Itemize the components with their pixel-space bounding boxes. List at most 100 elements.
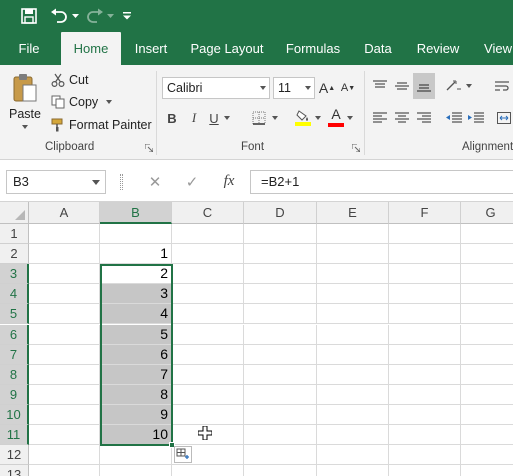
cell-b7[interactable]: 6 [100, 345, 172, 365]
cell-b8[interactable]: 7 [100, 365, 172, 385]
cell-c8[interactable] [172, 365, 244, 385]
cell-b10[interactable]: 9 [100, 405, 172, 425]
confirm-entry-icon[interactable]: ✓ [182, 172, 202, 192]
cell-b12[interactable] [100, 445, 172, 465]
format-painter-button[interactable]: Format Painter [50, 115, 152, 135]
cell-f8[interactable] [389, 365, 461, 385]
cell-e13[interactable] [317, 465, 389, 476]
tab-page-layout[interactable]: Page Layout [186, 32, 268, 65]
orientation-icon[interactable] [444, 75, 464, 97]
cell-a13[interactable] [29, 465, 100, 476]
cell-c10[interactable] [172, 405, 244, 425]
cell-d10[interactable] [244, 405, 317, 425]
column-header-g[interactable]: G [461, 202, 513, 224]
cell-f5[interactable] [389, 304, 461, 324]
column-header-b[interactable]: B [100, 202, 172, 224]
cell-e4[interactable] [317, 284, 389, 304]
worksheet-grid[interactable]: ABCDEFG 1 2 1 3 2 4 3 5 4 6 5 7 6 8 7 9 8 10 9 11 10 12 13 [0, 202, 513, 476]
cell-g4[interactable] [461, 284, 513, 304]
italic-button[interactable]: I [186, 107, 202, 129]
row-header-5[interactable]: 5 [0, 304, 29, 324]
cell-b6[interactable]: 5 [100, 325, 172, 345]
cell-f7[interactable] [389, 345, 461, 365]
cell-e2[interactable] [317, 244, 389, 264]
row-header-11[interactable]: 11 [0, 425, 29, 445]
cell-e9[interactable] [317, 385, 389, 405]
align-center-icon[interactable] [392, 107, 412, 129]
cell-f13[interactable] [389, 465, 461, 476]
row-header-12[interactable]: 12 [0, 445, 29, 465]
cell-c9[interactable] [172, 385, 244, 405]
clipboard-launcher-icon[interactable] [144, 143, 154, 153]
auto-fill-options-icon[interactable] [174, 446, 192, 463]
cell-e11[interactable] [317, 425, 389, 445]
cell-c5[interactable] [172, 304, 244, 324]
cell-a12[interactable] [29, 445, 100, 465]
row-header-6[interactable]: 6 [0, 325, 29, 345]
formula-bar-grip-icon[interactable] [120, 174, 123, 190]
cell-d5[interactable] [244, 304, 317, 324]
cell-c3[interactable] [172, 264, 244, 284]
cell-f10[interactable] [389, 405, 461, 425]
cell-a5[interactable] [29, 304, 100, 324]
column-header-d[interactable]: D [244, 202, 317, 224]
cell-g12[interactable] [461, 445, 513, 465]
cell-d11[interactable] [244, 425, 317, 445]
decrease-font-size-icon[interactable]: A ▼ [340, 77, 356, 99]
column-header-e[interactable]: E [317, 202, 389, 224]
bold-button[interactable]: B [164, 107, 180, 129]
cell-a3[interactable] [29, 264, 100, 284]
align-left-icon[interactable] [370, 107, 390, 129]
cell-d8[interactable] [244, 365, 317, 385]
align-right-icon[interactable] [414, 107, 434, 129]
cell-b5[interactable]: 4 [100, 304, 172, 324]
cell-g11[interactable] [461, 425, 513, 445]
cell-d7[interactable] [244, 345, 317, 365]
decrease-indent-icon[interactable] [444, 107, 464, 129]
cell-d12[interactable] [244, 445, 317, 465]
name-box[interactable]: B3 [6, 170, 106, 194]
borders-dropdown-icon[interactable] [270, 107, 280, 129]
cell-e6[interactable] [317, 325, 389, 345]
select-all-corner[interactable] [0, 202, 29, 224]
row-header-13[interactable]: 13 [0, 465, 29, 476]
cell-a9[interactable] [29, 385, 100, 405]
cell-g13[interactable] [461, 465, 513, 476]
cell-c1[interactable] [172, 224, 244, 244]
cell-b4[interactable]: 3 [100, 284, 172, 304]
font-size-select[interactable]: 11 [273, 77, 315, 99]
font-launcher-icon[interactable] [351, 143, 361, 153]
merge-center-icon[interactable] [494, 107, 513, 129]
cell-e12[interactable] [317, 445, 389, 465]
cell-d4[interactable] [244, 284, 317, 304]
save-icon[interactable] [18, 4, 40, 28]
cell-f9[interactable] [389, 385, 461, 405]
fill-color-dropdown-icon[interactable] [313, 107, 323, 129]
tab-view[interactable]: View [478, 32, 513, 65]
cell-f12[interactable] [389, 445, 461, 465]
cell-a4[interactable] [29, 284, 100, 304]
column-header-a[interactable]: A [29, 202, 100, 224]
underline-button[interactable]: U [206, 107, 222, 129]
cell-c13[interactable] [172, 465, 244, 476]
redo-icon[interactable] [84, 4, 106, 28]
cell-g10[interactable] [461, 405, 513, 425]
cell-g5[interactable] [461, 304, 513, 324]
cell-b3[interactable]: 2 [100, 264, 172, 284]
tab-file[interactable]: File [8, 32, 50, 65]
cell-d3[interactable] [244, 264, 317, 284]
cell-f11[interactable] [389, 425, 461, 445]
tab-review[interactable]: Review [410, 32, 466, 65]
cell-g2[interactable] [461, 244, 513, 264]
cell-e8[interactable] [317, 365, 389, 385]
paste-button[interactable]: Paste [6, 71, 44, 131]
font-name-select[interactable]: Calibri [162, 77, 270, 99]
tab-data[interactable]: Data [356, 32, 400, 65]
align-middle-icon[interactable] [392, 75, 412, 97]
align-bottom-icon[interactable] [413, 73, 435, 99]
borders-icon[interactable] [250, 107, 268, 129]
fill-color-icon[interactable] [294, 105, 312, 129]
cell-d2[interactable] [244, 244, 317, 264]
cell-g3[interactable] [461, 264, 513, 284]
increase-font-size-icon[interactable]: A ▲ [319, 77, 335, 99]
